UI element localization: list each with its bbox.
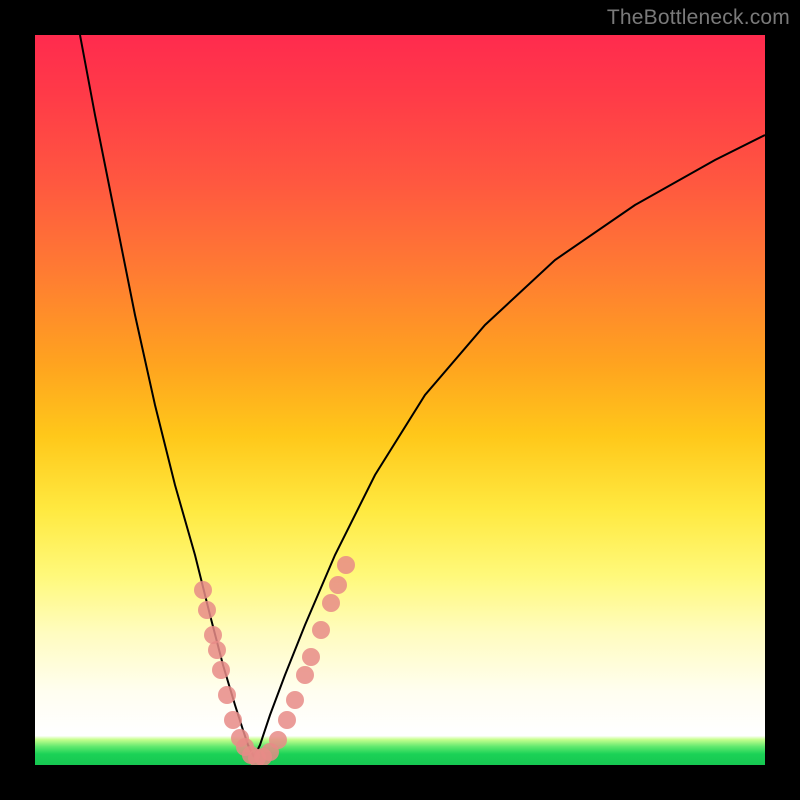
data-dot xyxy=(212,661,230,679)
left-branch-path xyxy=(80,35,254,757)
data-dot xyxy=(296,666,314,684)
curve-layer xyxy=(35,35,765,765)
data-dot xyxy=(286,691,304,709)
data-dot xyxy=(224,711,242,729)
dot-cluster xyxy=(194,556,355,765)
data-dot xyxy=(312,621,330,639)
plot-area xyxy=(35,35,765,765)
data-dot xyxy=(208,641,226,659)
data-dot xyxy=(218,686,236,704)
data-dot xyxy=(302,648,320,666)
data-dot xyxy=(322,594,340,612)
data-dot xyxy=(198,601,216,619)
chart-stage: TheBottleneck.com xyxy=(0,0,800,800)
watermark-text: TheBottleneck.com xyxy=(607,6,790,30)
right-branch-path xyxy=(254,135,765,757)
data-dot xyxy=(329,576,347,594)
data-dot xyxy=(194,581,212,599)
data-dot xyxy=(278,711,296,729)
data-dot xyxy=(269,731,287,749)
data-dot xyxy=(337,556,355,574)
